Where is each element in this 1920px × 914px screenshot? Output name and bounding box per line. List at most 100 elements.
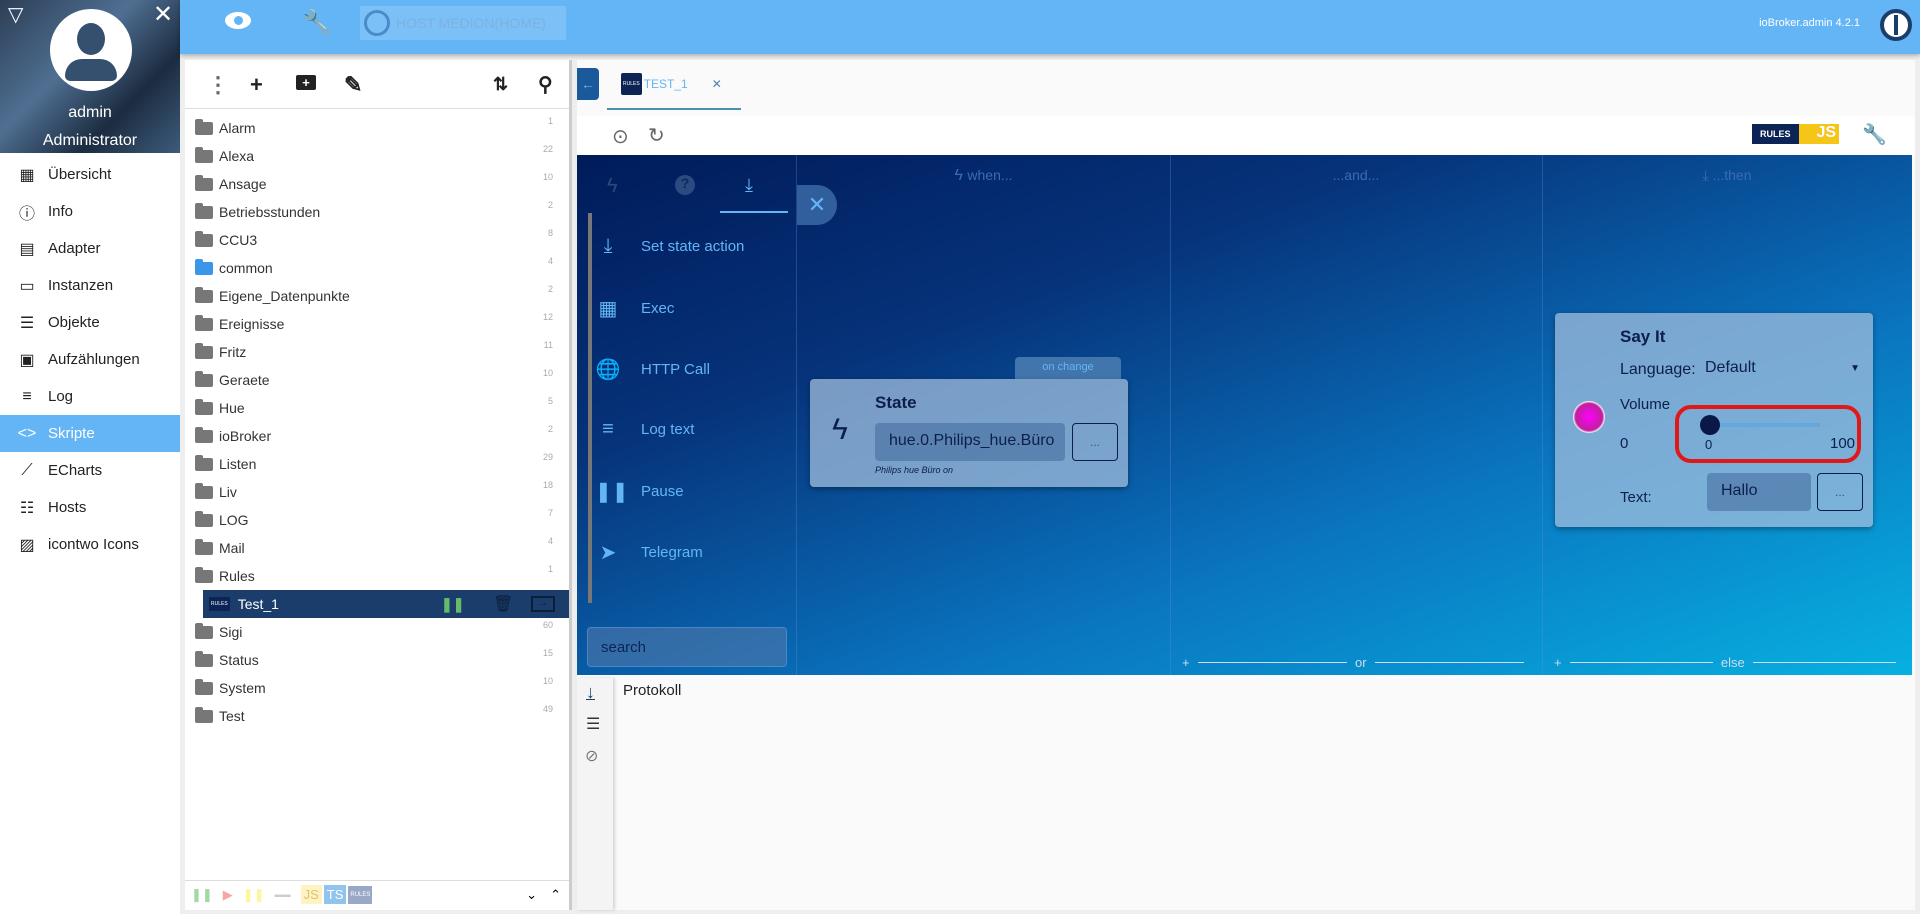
palette-item[interactable]: 🌐 HTTP Call [595, 357, 710, 382]
folder-item[interactable]: Alexa 22 [195, 142, 565, 170]
host-selector[interactable]: HOST MEDION(HOME) [360, 6, 566, 40]
sidebar-item-log[interactable]: ≡ Log [0, 378, 180, 415]
palette-item[interactable]: ≡ Log text [595, 418, 694, 441]
folder-item[interactable]: Sigi 60 [195, 618, 565, 646]
export-icon[interactable]: → [531, 596, 555, 612]
script-item[interactable]: RULES Test_1 ❚❚ 🗑 → [203, 590, 569, 618]
more-icon[interactable]: ⋮ [207, 72, 229, 98]
pause-icon: ❚❚ [595, 481, 629, 503]
folder-item[interactable]: Ansage 10 [195, 170, 565, 198]
edit-icon[interactable]: ✎ [344, 72, 362, 98]
back-icon[interactable]: ← [577, 68, 599, 100]
pause-icon[interactable]: ❚❚ [243, 887, 265, 903]
blockly-icon[interactable]: ▬▬ [275, 890, 291, 899]
folder-item[interactable]: Geraete 10 [195, 366, 565, 394]
sidebar-item-icontwo-icons[interactable]: ▨ icontwo Icons [0, 526, 180, 563]
state-trigger-card[interactable]: ϟ State hue.0.Philips_hue.Büro ... Phili… [810, 379, 1128, 487]
js-badge[interactable]: JS [300, 885, 322, 904]
select-state-button[interactable]: ... [1072, 423, 1118, 461]
sidebar-item-skripte[interactable]: <> Skripte [0, 415, 180, 452]
folder-item[interactable]: Hue 5 [195, 394, 565, 422]
sidebar-item-objekte[interactable]: ☰ Objekte [0, 304, 180, 341]
sidebar-item-info[interactable]: ⓘ Info [0, 193, 180, 230]
palette-scrollbar[interactable] [588, 213, 592, 603]
locate-icon[interactable]: ⊙ [612, 124, 629, 149]
add-folder-icon[interactable]: + [296, 75, 316, 90]
select-text-button[interactable]: ... [1817, 473, 1863, 511]
block-search-input[interactable]: search [587, 627, 787, 667]
folder-name: CCU3 [219, 232, 258, 248]
pause-icon[interactable]: ❚❚ [441, 596, 464, 613]
collapse-icon[interactable]: ▽ [8, 2, 23, 27]
avatar[interactable] [50, 9, 132, 91]
on-change-badge[interactable]: on change [1015, 357, 1121, 379]
hide-eye-icon[interactable]: ⊘ [585, 746, 598, 766]
rules-js-logo[interactable]: RULES JS [1752, 124, 1840, 144]
rules-badge[interactable]: RULES [348, 885, 373, 904]
folder-item[interactable]: Fritz 11 [195, 338, 565, 366]
tab-test-1[interactable]: RULES TEST_1 ✕ [607, 60, 741, 110]
language-select[interactable]: Default ▼ [1705, 359, 1860, 377]
else-divider[interactable]: + else [1554, 655, 1904, 670]
sidebar-item-aufzählungen[interactable]: ▣ Aufzählungen [0, 341, 180, 378]
play-icon[interactable]: ▶ [223, 887, 233, 903]
folder-icon [195, 510, 213, 527]
folder-item[interactable]: Test 49 [195, 702, 565, 730]
sidebar-item-übersicht[interactable]: ▦ Übersicht [0, 156, 180, 193]
wrench-icon[interactable]: 🔧 [302, 8, 332, 37]
palette-item[interactable]: ▦ Exec [595, 296, 675, 321]
folder-item[interactable]: LOG 7 [195, 506, 565, 534]
folder-item[interactable]: Listen 29 [195, 450, 565, 478]
folder-item[interactable]: Eigene_Datenpunkte 2 [195, 282, 565, 310]
delete-icon[interactable]: 🗑 [493, 594, 513, 614]
folder-icon [195, 370, 213, 387]
add-icon[interactable]: + [250, 72, 263, 98]
condition-tab-icon[interactable]: ? [675, 175, 695, 195]
sort-icon[interactable]: ⇅ [493, 74, 508, 95]
folder-item[interactable]: common 4 [195, 254, 565, 282]
folder-icon [195, 622, 213, 639]
folder-item[interactable]: Betriebsstunden 2 [195, 198, 565, 226]
collapse-all-icon[interactable]: ⌄ [526, 887, 537, 903]
palette-item[interactable]: ⤓ Set state action [595, 235, 745, 258]
folder-item[interactable]: Liv 18 [195, 478, 565, 506]
refresh-icon[interactable]: ↻ [648, 123, 665, 148]
or-divider[interactable]: + or [1182, 655, 1532, 670]
eye-icon[interactable] [225, 12, 251, 29]
ts-badge[interactable]: TS [323, 885, 347, 904]
autoscroll-icon[interactable]: ↓ [586, 682, 595, 703]
folder-item[interactable]: Rules 1 [195, 562, 565, 590]
folder-item[interactable]: CCU3 8 [195, 226, 565, 254]
folder-item[interactable]: Ereignisse 12 [195, 310, 565, 338]
folder-item[interactable]: ioBroker 2 [195, 422, 565, 450]
folder-name: Fritz [219, 344, 247, 360]
sidebar-item-echarts[interactable]: ⟋ ECharts [0, 452, 180, 489]
script-count: 4 [547, 256, 553, 266]
red-annotation [1675, 405, 1861, 463]
palette-item[interactable]: ❚❚ Pause [595, 479, 684, 504]
folder-item[interactable]: Mail 4 [195, 534, 565, 562]
sidebar-item-adapter[interactable]: ▤ Adapter [0, 230, 180, 267]
folder-item[interactable]: Alarm 1 [195, 114, 565, 142]
iobroker-logo-icon[interactable] [1880, 9, 1912, 41]
sidebar-item-hosts[interactable]: ☷ Hosts [0, 489, 180, 526]
close-tab-icon[interactable]: ✕ [712, 77, 722, 91]
text-input[interactable]: Hallo [1707, 473, 1811, 511]
trigger-tab-icon[interactable]: ϟ [607, 175, 618, 198]
search-icon[interactable]: ⚲ [538, 72, 553, 97]
grid-icon: ▦ [19, 166, 35, 184]
close-icon[interactable]: ✕ [153, 0, 173, 29]
expand-all-icon[interactable]: ⌃ [550, 887, 561, 903]
action-tab-icon[interactable]: ⤓ [745, 175, 753, 196]
palette-item[interactable]: ➤ Telegram [595, 540, 703, 565]
sidebar-item-instanzen[interactable]: ▭ Instanzen [0, 267, 180, 304]
pause-icon[interactable]: ❚❚ [191, 887, 213, 903]
state-id-input[interactable]: hue.0.Philips_hue.Büro [875, 423, 1065, 461]
say-it-card[interactable]: Say It Language: Default ▼ Volume 0 0 100… [1555, 313, 1873, 527]
dropdown-arrow-icon: ▼ [1850, 363, 1860, 374]
folder-item[interactable]: System 10 [195, 674, 565, 702]
layout-icon[interactable]: ☰ [586, 714, 600, 734]
wrench-icon[interactable]: 🔧 [1862, 122, 1887, 147]
close-palette-icon[interactable]: ✕ [797, 185, 837, 225]
folder-item[interactable]: Status 15 [195, 646, 565, 674]
